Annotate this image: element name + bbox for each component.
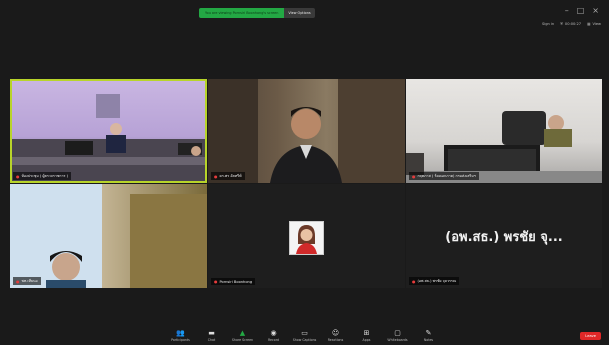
participant-tile[interactable]: ● ดร.พร อัลทรีฟ์: [208, 79, 405, 183]
captions-icon: ▭: [301, 329, 308, 337]
participant-video: [10, 184, 207, 288]
apps-button[interactable]: ⊞ Apps: [351, 330, 382, 345]
window-controls: – □ ×: [565, 6, 599, 16]
avatar: [289, 221, 324, 255]
share-screen-icon: ▲: [239, 329, 246, 337]
top-right-controls: Sign in ⛨ 00:00:27 ▦ View: [542, 22, 601, 26]
participant-name-label: ● Pornsiri Boonhong: [211, 278, 256, 285]
mic-muted-icon: ●: [16, 173, 20, 179]
whiteboards-icon: ▢: [394, 329, 401, 337]
participants-icon: 👥: [176, 329, 185, 337]
mic-muted-icon: ●: [412, 173, 416, 179]
meeting-room-video: [10, 94, 207, 183]
record-button[interactable]: ◉ Record: [258, 330, 289, 345]
mic-muted-icon: ●: [16, 278, 20, 284]
recording-indicator[interactable]: ⛨ 00:00:27: [560, 22, 581, 26]
participant-name-label: ● กฤตภาส ( ร้อยเอกภาค) กรมส่งเสริมฯ: [409, 172, 479, 180]
participant-tile[interactable]: ● กฤตภาส ( ร้อยเอกภาค) กรมส่งเสริมฯ: [406, 79, 602, 183]
participant-video: [406, 111, 602, 183]
share-screen-button[interactable]: ▲ Share Screen: [227, 330, 258, 345]
recording-time: 00:00:27: [564, 22, 582, 26]
participants-button[interactable]: 👥 Participants: [165, 330, 196, 345]
leave-button[interactable]: Leave: [580, 332, 601, 340]
maximize-button[interactable]: □: [577, 6, 585, 16]
participant-name-label: ● (อพ.สธ.) พรชัย จุลวรรณ: [409, 277, 460, 285]
participant-video: [208, 79, 405, 183]
reactions-button[interactable]: ☺ Reactions: [320, 330, 351, 345]
view-button[interactable]: ▦ View: [587, 22, 601, 26]
avatar-image: [290, 222, 323, 254]
participant-tile[interactable]: ● Pornsiri Boonhong: [208, 184, 405, 288]
screen-share-banner: You are viewing Pornsiri Boonhong's scre…: [199, 8, 315, 18]
chat-icon: ▬: [208, 329, 215, 337]
signin-button[interactable]: Sign in: [542, 22, 554, 26]
participant-tile[interactable]: (อพ.สธ.) พรชัย จุ... ● (อพ.สธ.) พรชัย จุ…: [406, 184, 602, 288]
record-icon: ◉: [270, 329, 277, 337]
view-label: View: [592, 22, 601, 26]
participant-name-label: ● ดร.พร อัลทรีฟ์: [211, 172, 245, 180]
participant-name-label: ● ห้องประชุม ( ผู้ตรวจราชการ ): [13, 172, 71, 180]
reactions-icon: ☺: [331, 329, 340, 337]
notes-icon: ✎: [425, 329, 432, 337]
view-options-button[interactable]: View Options: [284, 8, 315, 18]
whiteboards-button[interactable]: ▢ Whiteboards: [382, 330, 413, 345]
minimize-button[interactable]: –: [565, 6, 569, 16]
close-button[interactable]: ×: [592, 6, 599, 16]
mic-muted-icon: ●: [412, 278, 416, 284]
mic-muted-icon: ●: [214, 279, 218, 284]
share-banner-message: You are viewing Pornsiri Boonhong's scre…: [199, 8, 285, 18]
meeting-toolbar: 👥 Participants ▬ Chat ▲ Share Screen ◉ R…: [0, 321, 609, 345]
participant-name-label: ● พท.เทียนอ: [13, 277, 41, 285]
participant-tile[interactable]: ● ห้องประชุม ( ผู้ตรวจราชการ ): [10, 79, 207, 183]
chat-button[interactable]: ▬ Chat: [196, 330, 227, 345]
participant-tile[interactable]: ● พท.เทียนอ: [10, 184, 207, 288]
grid-icon: ▦: [587, 22, 591, 26]
shield-icon: ⛨: [560, 22, 563, 26]
captions-button[interactable]: ▭ Show Captions: [289, 330, 320, 345]
apps-icon: ⊞: [363, 329, 370, 337]
mic-muted-icon: ●: [214, 173, 218, 179]
notes-button[interactable]: ✎ Notes: [413, 330, 444, 345]
participant-display-name: (อพ.สธ.) พรชัย จุ...: [445, 229, 563, 245]
video-grid: ● ห้องประชุม ( ผู้ตรวจราชการ ) ● ดร.พร อ…: [10, 79, 602, 288]
